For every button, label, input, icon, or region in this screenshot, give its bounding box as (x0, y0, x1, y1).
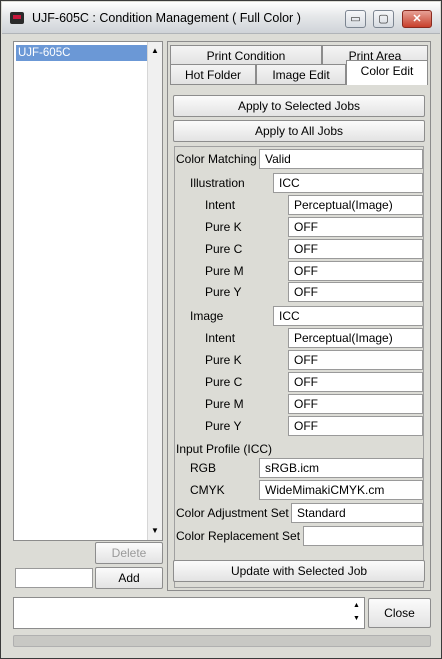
cmyk-profile-field[interactable]: WideMimakiCMYK.cm (259, 480, 423, 500)
illustration-pure-y-label: Pure Y (205, 285, 242, 299)
tab-hot-folder[interactable]: Hot Folder (170, 64, 256, 84)
color-replacement-set-label: Color Replacement Set (176, 529, 301, 543)
scroll-down-icon[interactable]: ▼ (148, 524, 162, 538)
minimize-icon: ▭ (350, 13, 361, 25)
minimize-button[interactable]: ▭ (345, 10, 366, 28)
illustration-pure-y-field[interactable]: OFF (288, 282, 423, 302)
rgb-label: RGB (190, 461, 217, 475)
tab-print-condition[interactable]: Print Condition (170, 45, 322, 65)
apply-selected-button[interactable]: Apply to Selected Jobs (173, 95, 425, 117)
color-replacement-set-field[interactable] (303, 526, 423, 546)
illustration-label: Illustration (190, 176, 245, 190)
scroll-up-icon[interactable]: ▲ (148, 44, 162, 58)
settings-panel: Print Condition Print Area Hot Folder Im… (167, 41, 431, 591)
image-label: Image (190, 309, 224, 323)
illustration-pure-m-field[interactable]: OFF (288, 261, 423, 281)
window-title: UJF-605C : Condition Management ( Full C… (32, 11, 301, 25)
illustration-field[interactable]: ICC (273, 173, 423, 193)
tab-image-edit[interactable]: Image Edit (256, 64, 346, 84)
image-field[interactable]: ICC (273, 306, 423, 326)
close-button[interactable]: Close (368, 598, 431, 628)
close-icon: ✕ (412, 13, 422, 25)
add-button[interactable]: Add (95, 567, 163, 589)
spin-down-icon[interactable]: ▼ (350, 612, 363, 625)
image-pure-k-field[interactable]: OFF (288, 350, 423, 370)
new-printer-input[interactable] (15, 568, 93, 588)
maximize-icon: ▢ (378, 13, 389, 25)
image-pure-y-label: Pure Y (205, 419, 242, 433)
input-profile-label: Input Profile (ICC) (176, 442, 273, 456)
illustration-pure-k-label: Pure K (205, 220, 242, 234)
image-intent-field[interactable]: Perceptual(Image) (288, 328, 423, 348)
maximize-button[interactable]: ▢ (373, 10, 394, 28)
illustration-intent-field[interactable]: Perceptual(Image) (288, 195, 423, 215)
apply-all-button[interactable]: Apply to All Jobs (173, 120, 425, 142)
app-icon (10, 12, 24, 24)
message-spinner[interactable]: ▲ ▼ (350, 599, 363, 627)
close-window-button[interactable]: ✕ (402, 10, 432, 28)
delete-button[interactable]: Delete (95, 542, 163, 564)
rgb-profile-field[interactable]: sRGB.icm (259, 458, 423, 478)
color-edit-form: Color Matching Valid Illustration ICC In… (174, 146, 424, 588)
color-adjustment-set-field[interactable]: Standard (291, 503, 423, 523)
condition-management-window: UJF-605C : Condition Management ( Full C… (0, 0, 442, 659)
image-pure-m-label: Pure M (205, 397, 244, 411)
illustration-pure-c-field[interactable]: OFF (288, 239, 423, 259)
image-pure-y-field[interactable]: OFF (288, 416, 423, 436)
update-with-selected-job-button[interactable]: Update with Selected Job (173, 560, 425, 582)
color-matching-field[interactable]: Valid (259, 149, 423, 169)
message-box[interactable]: ▲ ▼ (13, 597, 365, 629)
spin-up-icon[interactable]: ▲ (350, 599, 363, 612)
title-bar[interactable]: UJF-605C : Condition Management ( Full C… (2, 2, 440, 34)
illustration-intent-label: Intent (205, 198, 236, 212)
illustration-pure-m-label: Pure M (205, 264, 244, 278)
image-pure-m-field[interactable]: OFF (288, 394, 423, 414)
status-bar (13, 635, 431, 647)
list-item[interactable]: UJF-605C (16, 45, 148, 61)
image-pure-c-label: Pure C (205, 375, 243, 389)
color-adjustment-set-label: Color Adjustment Set (176, 506, 289, 520)
illustration-pure-c-label: Pure C (205, 242, 243, 256)
image-pure-c-field[interactable]: OFF (288, 372, 423, 392)
color-matching-label: Color Matching (176, 152, 257, 166)
tab-color-edit[interactable]: Color Edit (346, 60, 428, 85)
printer-list[interactable]: UJF-605C ▲ ▼ (13, 41, 163, 541)
image-pure-k-label: Pure K (205, 353, 242, 367)
list-scrollbar[interactable]: ▲ ▼ (147, 42, 162, 540)
image-intent-label: Intent (205, 331, 236, 345)
illustration-pure-k-field[interactable]: OFF (288, 217, 423, 237)
cmyk-label: CMYK (190, 483, 225, 497)
